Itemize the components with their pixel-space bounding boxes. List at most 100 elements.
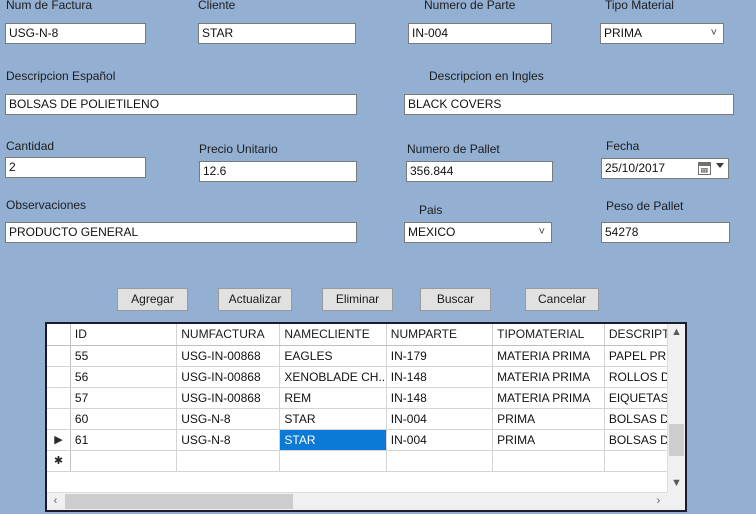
scrollbar-corner bbox=[667, 492, 685, 510]
row-header-corner[interactable] bbox=[47, 324, 71, 346]
datagrid-viewport: ID NUMFACTURA NAMECLIENTE NUMPARTE TIPOM… bbox=[47, 324, 667, 492]
label-descripcion-espanol: Descripcion Español bbox=[6, 69, 116, 83]
current-row-indicator[interactable]: ▶ bbox=[47, 429, 71, 451]
column-header-numparte[interactable]: NUMPARTE bbox=[386, 324, 494, 346]
scroll-up-icon[interactable]: ▲ bbox=[668, 324, 685, 341]
cell-numfactura[interactable]: USG-IN-00868 bbox=[176, 345, 281, 367]
cancelar-button[interactable]: Cancelar bbox=[525, 288, 599, 311]
chevron-down-icon[interactable] bbox=[716, 163, 724, 168]
cell-namecliente[interactable] bbox=[279, 450, 387, 472]
fecha-value: 25/10/2017 bbox=[605, 161, 666, 175]
actualizar-button[interactable]: Actualizar bbox=[218, 288, 292, 311]
cell-numparte[interactable]: IN-148 bbox=[386, 366, 494, 388]
row-indicator[interactable] bbox=[47, 345, 71, 367]
scroll-down-icon[interactable]: ▼ bbox=[668, 475, 685, 492]
cell-namecliente-selected[interactable]: STAR bbox=[279, 429, 387, 451]
observaciones-input[interactable]: PRODUCTO GENERAL bbox=[5, 222, 357, 243]
new-row[interactable]: ✱ bbox=[47, 450, 667, 472]
datagrid-vertical-scrollbar[interactable]: ▲ ▼ bbox=[667, 324, 685, 492]
table-row[interactable]: 60 USG-N-8 STAR IN-004 PRIMA BOLSAS DE P… bbox=[47, 408, 667, 430]
cell-description[interactable]: EIQUETAS DE IDENTIFICACION bbox=[604, 387, 667, 409]
cell-id[interactable]: 57 bbox=[70, 387, 178, 409]
datagrid-header-row: ID NUMFACTURA NAMECLIENTE NUMPARTE TIPOM… bbox=[47, 324, 667, 346]
tipo-material-value: PRIMA bbox=[604, 26, 643, 40]
column-header-tipomaterial[interactable]: TIPOMATERIAL bbox=[492, 324, 605, 346]
horizontal-scroll-thumb[interactable] bbox=[65, 494, 293, 509]
label-fecha: Fecha bbox=[606, 139, 640, 153]
column-header-description[interactable]: DESCRIPTION bbox=[604, 324, 667, 346]
tipo-material-select[interactable]: PRIMA ˅ bbox=[600, 23, 724, 44]
column-header-id[interactable]: ID bbox=[70, 324, 178, 346]
column-header-namecliente[interactable]: NAMECLIENTE bbox=[279, 324, 387, 346]
cell-description[interactable]: BOLSAS DE POLIETILENO bbox=[604, 429, 667, 451]
records-datagrid[interactable]: ID NUMFACTURA NAMECLIENTE NUMPARTE TIPOM… bbox=[45, 322, 687, 512]
cell-tipomaterial[interactable]: MATERIA PRIMA bbox=[492, 345, 605, 367]
cell-description[interactable] bbox=[604, 450, 667, 472]
cell-id[interactable]: 55 bbox=[70, 345, 178, 367]
cell-numparte[interactable]: IN-004 bbox=[386, 408, 494, 430]
peso-pallet-input[interactable]: 54278 bbox=[601, 222, 730, 243]
datagrid-horizontal-scrollbar[interactable]: ‹ › bbox=[47, 492, 667, 510]
cell-tipomaterial[interactable]: MATERIA PRIMA bbox=[492, 366, 605, 388]
cell-namecliente[interactable]: XENOBLADE CH... bbox=[279, 366, 387, 388]
cell-numfactura[interactable] bbox=[176, 450, 281, 472]
cell-tipomaterial[interactable]: MATERIA PRIMA bbox=[492, 387, 605, 409]
cell-numparte[interactable] bbox=[386, 450, 494, 472]
numero-parte-input[interactable]: IN-004 bbox=[408, 23, 552, 44]
row-indicator[interactable] bbox=[47, 387, 71, 409]
buscar-button[interactable]: Buscar bbox=[420, 288, 491, 311]
cantidad-input[interactable]: 2 bbox=[5, 157, 146, 178]
numero-pallet-input[interactable]: 356.844 bbox=[406, 161, 553, 182]
cell-namecliente[interactable]: STAR bbox=[279, 408, 387, 430]
label-numero-parte: Numero de Parte bbox=[424, 0, 516, 12]
precio-unitario-input[interactable]: 12.6 bbox=[199, 161, 357, 182]
table-row[interactable]: ▶ 61 USG-N-8 STAR IN-004 PRIMA BOLSAS DE… bbox=[47, 429, 667, 451]
cell-numfactura[interactable]: USG-IN-00868 bbox=[176, 366, 281, 388]
cell-numfactura[interactable]: USG-N-8 bbox=[176, 408, 281, 430]
cell-numparte[interactable]: IN-148 bbox=[386, 387, 494, 409]
cell-namecliente[interactable]: EAGLES bbox=[279, 345, 387, 367]
chevron-down-icon: ˅ bbox=[538, 226, 545, 238]
agregar-button[interactable]: Agregar bbox=[117, 288, 188, 311]
new-row-indicator[interactable]: ✱ bbox=[47, 450, 71, 472]
cell-description[interactable]: PAPEL PRECORTADO bbox=[604, 345, 667, 367]
invoice-form: Num de Factura Cliente Numero de Parte T… bbox=[0, 0, 756, 514]
table-row[interactable]: 56 USG-IN-00868 XENOBLADE CH... IN-148 M… bbox=[47, 366, 667, 388]
cliente-input[interactable]: STAR bbox=[198, 23, 356, 44]
cell-namecliente[interactable]: REM bbox=[279, 387, 387, 409]
label-cliente: Cliente bbox=[198, 0, 236, 12]
table-row[interactable]: 55 USG-IN-00868 EAGLES IN-179 MATERIA PR… bbox=[47, 345, 667, 367]
scroll-left-icon[interactable]: ‹ bbox=[47, 493, 64, 510]
column-header-numfactura[interactable]: NUMFACTURA bbox=[176, 324, 281, 346]
pais-select[interactable]: MEXICO ˅ bbox=[404, 222, 552, 243]
pais-value: MEXICO bbox=[408, 225, 456, 239]
row-indicator[interactable] bbox=[47, 408, 71, 430]
row-indicator[interactable] bbox=[47, 366, 71, 388]
fecha-datepicker[interactable]: 25/10/2017 bbox=[601, 158, 729, 179]
cell-tipomaterial[interactable]: PRIMA bbox=[492, 429, 605, 451]
cell-numfactura[interactable]: USG-IN-00868 bbox=[176, 387, 281, 409]
label-cantidad: Cantidad bbox=[6, 139, 55, 153]
cell-numparte[interactable]: IN-004 bbox=[386, 429, 494, 451]
cell-id[interactable] bbox=[70, 450, 178, 472]
descripcion-espanol-input[interactable]: BOLSAS DE POLIETILENO bbox=[5, 94, 357, 115]
scroll-right-icon[interactable]: › bbox=[650, 493, 667, 510]
cell-id[interactable]: 60 bbox=[70, 408, 178, 430]
cell-numfactura[interactable]: USG-N-8 bbox=[176, 429, 281, 451]
cell-id[interactable]: 61 bbox=[70, 429, 178, 451]
cell-description[interactable]: ROLLOS DE CINTA bbox=[604, 366, 667, 388]
eliminar-button[interactable]: Eliminar bbox=[322, 288, 393, 311]
descripcion-ingles-input[interactable]: BLACK COVERS bbox=[404, 94, 734, 115]
label-numero-pallet: Numero de Pallet bbox=[407, 142, 500, 156]
label-num-factura: Num de Factura bbox=[6, 0, 93, 12]
chevron-down-icon: ˅ bbox=[710, 27, 717, 39]
cell-tipomaterial[interactable] bbox=[492, 450, 605, 472]
vertical-scroll-thumb[interactable] bbox=[669, 424, 684, 456]
cell-numparte[interactable]: IN-179 bbox=[386, 345, 494, 367]
table-row[interactable]: 57 USG-IN-00868 REM IN-148 MATERIA PRIMA… bbox=[47, 387, 667, 409]
num-factura-input[interactable]: USG-N-8 bbox=[5, 23, 146, 44]
cell-description[interactable]: BOLSAS DE POLIETILENO bbox=[604, 408, 667, 430]
cell-id[interactable]: 56 bbox=[70, 366, 178, 388]
calendar-icon[interactable] bbox=[698, 162, 711, 175]
cell-tipomaterial[interactable]: PRIMA bbox=[492, 408, 605, 430]
